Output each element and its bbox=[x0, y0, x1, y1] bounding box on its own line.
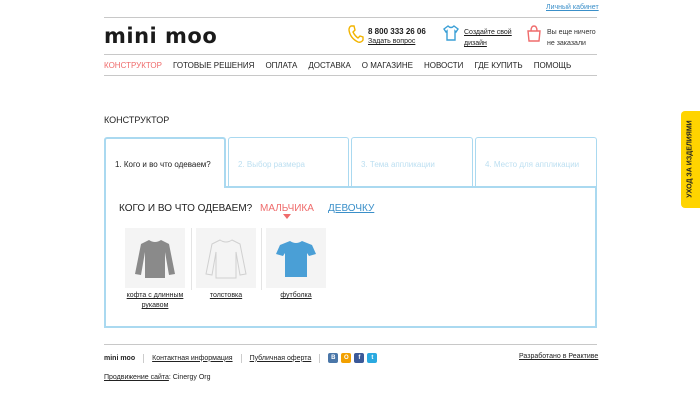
nav-item-help[interactable]: ПОМОЩЬ bbox=[534, 61, 572, 70]
step-question: КОГО И ВО ЧТО ОДЕВАЕМ? bbox=[119, 203, 253, 214]
logo[interactable]: mini moo bbox=[104, 24, 217, 48]
nav-divider bbox=[104, 75, 597, 76]
product-name: футболка bbox=[280, 292, 312, 299]
contact-info-link[interactable]: Контактная информация bbox=[152, 355, 232, 362]
phone-icon bbox=[348, 25, 364, 43]
tab-step-3[interactable]: 3. Тема аппликации bbox=[351, 137, 473, 187]
product-divider bbox=[261, 228, 262, 290]
care-side-tab[interactable]: УХОД ЗА ИЗДЕЛИЯМИ bbox=[681, 111, 700, 208]
phone-number: 8 800 333 26 06 bbox=[368, 27, 426, 36]
cart-icon[interactable] bbox=[526, 25, 542, 43]
footer-separator bbox=[143, 353, 145, 363]
nav-item-ready-solutions[interactable]: ГОТОВЫЕ РЕШЕНИЯ bbox=[173, 61, 254, 70]
page-title: КОНСТРУКТОР bbox=[104, 115, 170, 125]
top-divider bbox=[104, 17, 597, 18]
step-tabs: 1. Кого и во что одеваем? 2. Выбор разме… bbox=[104, 137, 597, 188]
nav-item-where-to-buy[interactable]: ГДЕ КУПИТЬ bbox=[474, 61, 522, 70]
header-divider bbox=[104, 54, 597, 55]
sweatshirt-icon bbox=[205, 239, 247, 279]
footer-separator bbox=[319, 353, 321, 363]
tab-step-4[interactable]: 4. Место для аппликации bbox=[475, 137, 597, 187]
cart-status: Вы еще ничего не заказали bbox=[547, 29, 596, 47]
main-nav: КОНСТРУКТОР ГОТОВЫЕ РЕШЕНИЯ ОПЛАТА ДОСТА… bbox=[104, 61, 582, 70]
ask-question-link[interactable]: Задать вопрос bbox=[368, 38, 415, 45]
longsleeve-image bbox=[125, 228, 185, 288]
product-name: кофта с длинным рукавом bbox=[126, 292, 184, 309]
tab-step-2[interactable]: 2. Выбор размера bbox=[228, 137, 349, 187]
promo-link[interactable]: Продвижение сайта bbox=[104, 374, 169, 381]
tshirt-product-icon bbox=[276, 241, 316, 277]
boy-option[interactable]: МАЛЬЧИКА bbox=[260, 203, 314, 214]
nav-item-constructor[interactable]: КОНСТРУКТОР bbox=[104, 61, 162, 70]
nav-item-payment[interactable]: ОПЛАТА bbox=[265, 61, 297, 70]
selected-arrow-icon bbox=[283, 214, 291, 219]
care-side-tab-label: УХОД ЗА ИЗДЕЛИЯМИ bbox=[686, 120, 694, 198]
product-tshirt[interactable]: футболка bbox=[264, 228, 328, 301]
create-design-link[interactable]: Создайте свой дизайн bbox=[464, 27, 524, 49]
girl-option[interactable]: ДЕВОЧКУ bbox=[328, 203, 374, 214]
nav-item-about[interactable]: О МАГАЗИНЕ bbox=[362, 61, 413, 70]
tab-step-1[interactable]: 1. Кого и во что одеваем? bbox=[104, 137, 226, 188]
product-longsleeve[interactable]: кофта с длинным рукавом bbox=[123, 228, 187, 311]
footer-separator bbox=[240, 353, 242, 363]
footer-links: mini moo Контактная информация Публичная… bbox=[104, 353, 380, 363]
public-offer-link[interactable]: Публичная оферта bbox=[250, 355, 312, 362]
nav-item-news[interactable]: НОВОСТИ bbox=[424, 61, 463, 70]
developer-link[interactable]: Разработано в Реактиве bbox=[519, 353, 598, 360]
footer-brand: mini moo bbox=[104, 354, 136, 362]
promo-line: Продвижение сайта: Cinergy Org bbox=[104, 374, 211, 381]
tshirt-image bbox=[266, 228, 326, 288]
product-name: толстовка bbox=[209, 292, 243, 299]
sweatshirt-image bbox=[196, 228, 256, 288]
longsleeve-icon bbox=[135, 240, 175, 278]
vk-icon[interactable]: В bbox=[328, 353, 339, 363]
tshirt-icon bbox=[443, 25, 459, 41]
odnoklassniki-icon[interactable]: О bbox=[341, 353, 352, 363]
footer-divider bbox=[104, 344, 597, 345]
personal-cabinet-link[interactable]: Личный кабинет bbox=[546, 4, 599, 11]
promo-text: : Cinergy Org bbox=[168, 374, 211, 381]
nav-item-delivery[interactable]: ДОСТАВКА bbox=[308, 61, 350, 70]
product-divider bbox=[191, 228, 192, 290]
facebook-icon[interactable]: f bbox=[354, 353, 365, 363]
twitter-icon[interactable]: t bbox=[367, 353, 378, 363]
product-sweatshirt[interactable]: толстовка bbox=[194, 228, 258, 301]
